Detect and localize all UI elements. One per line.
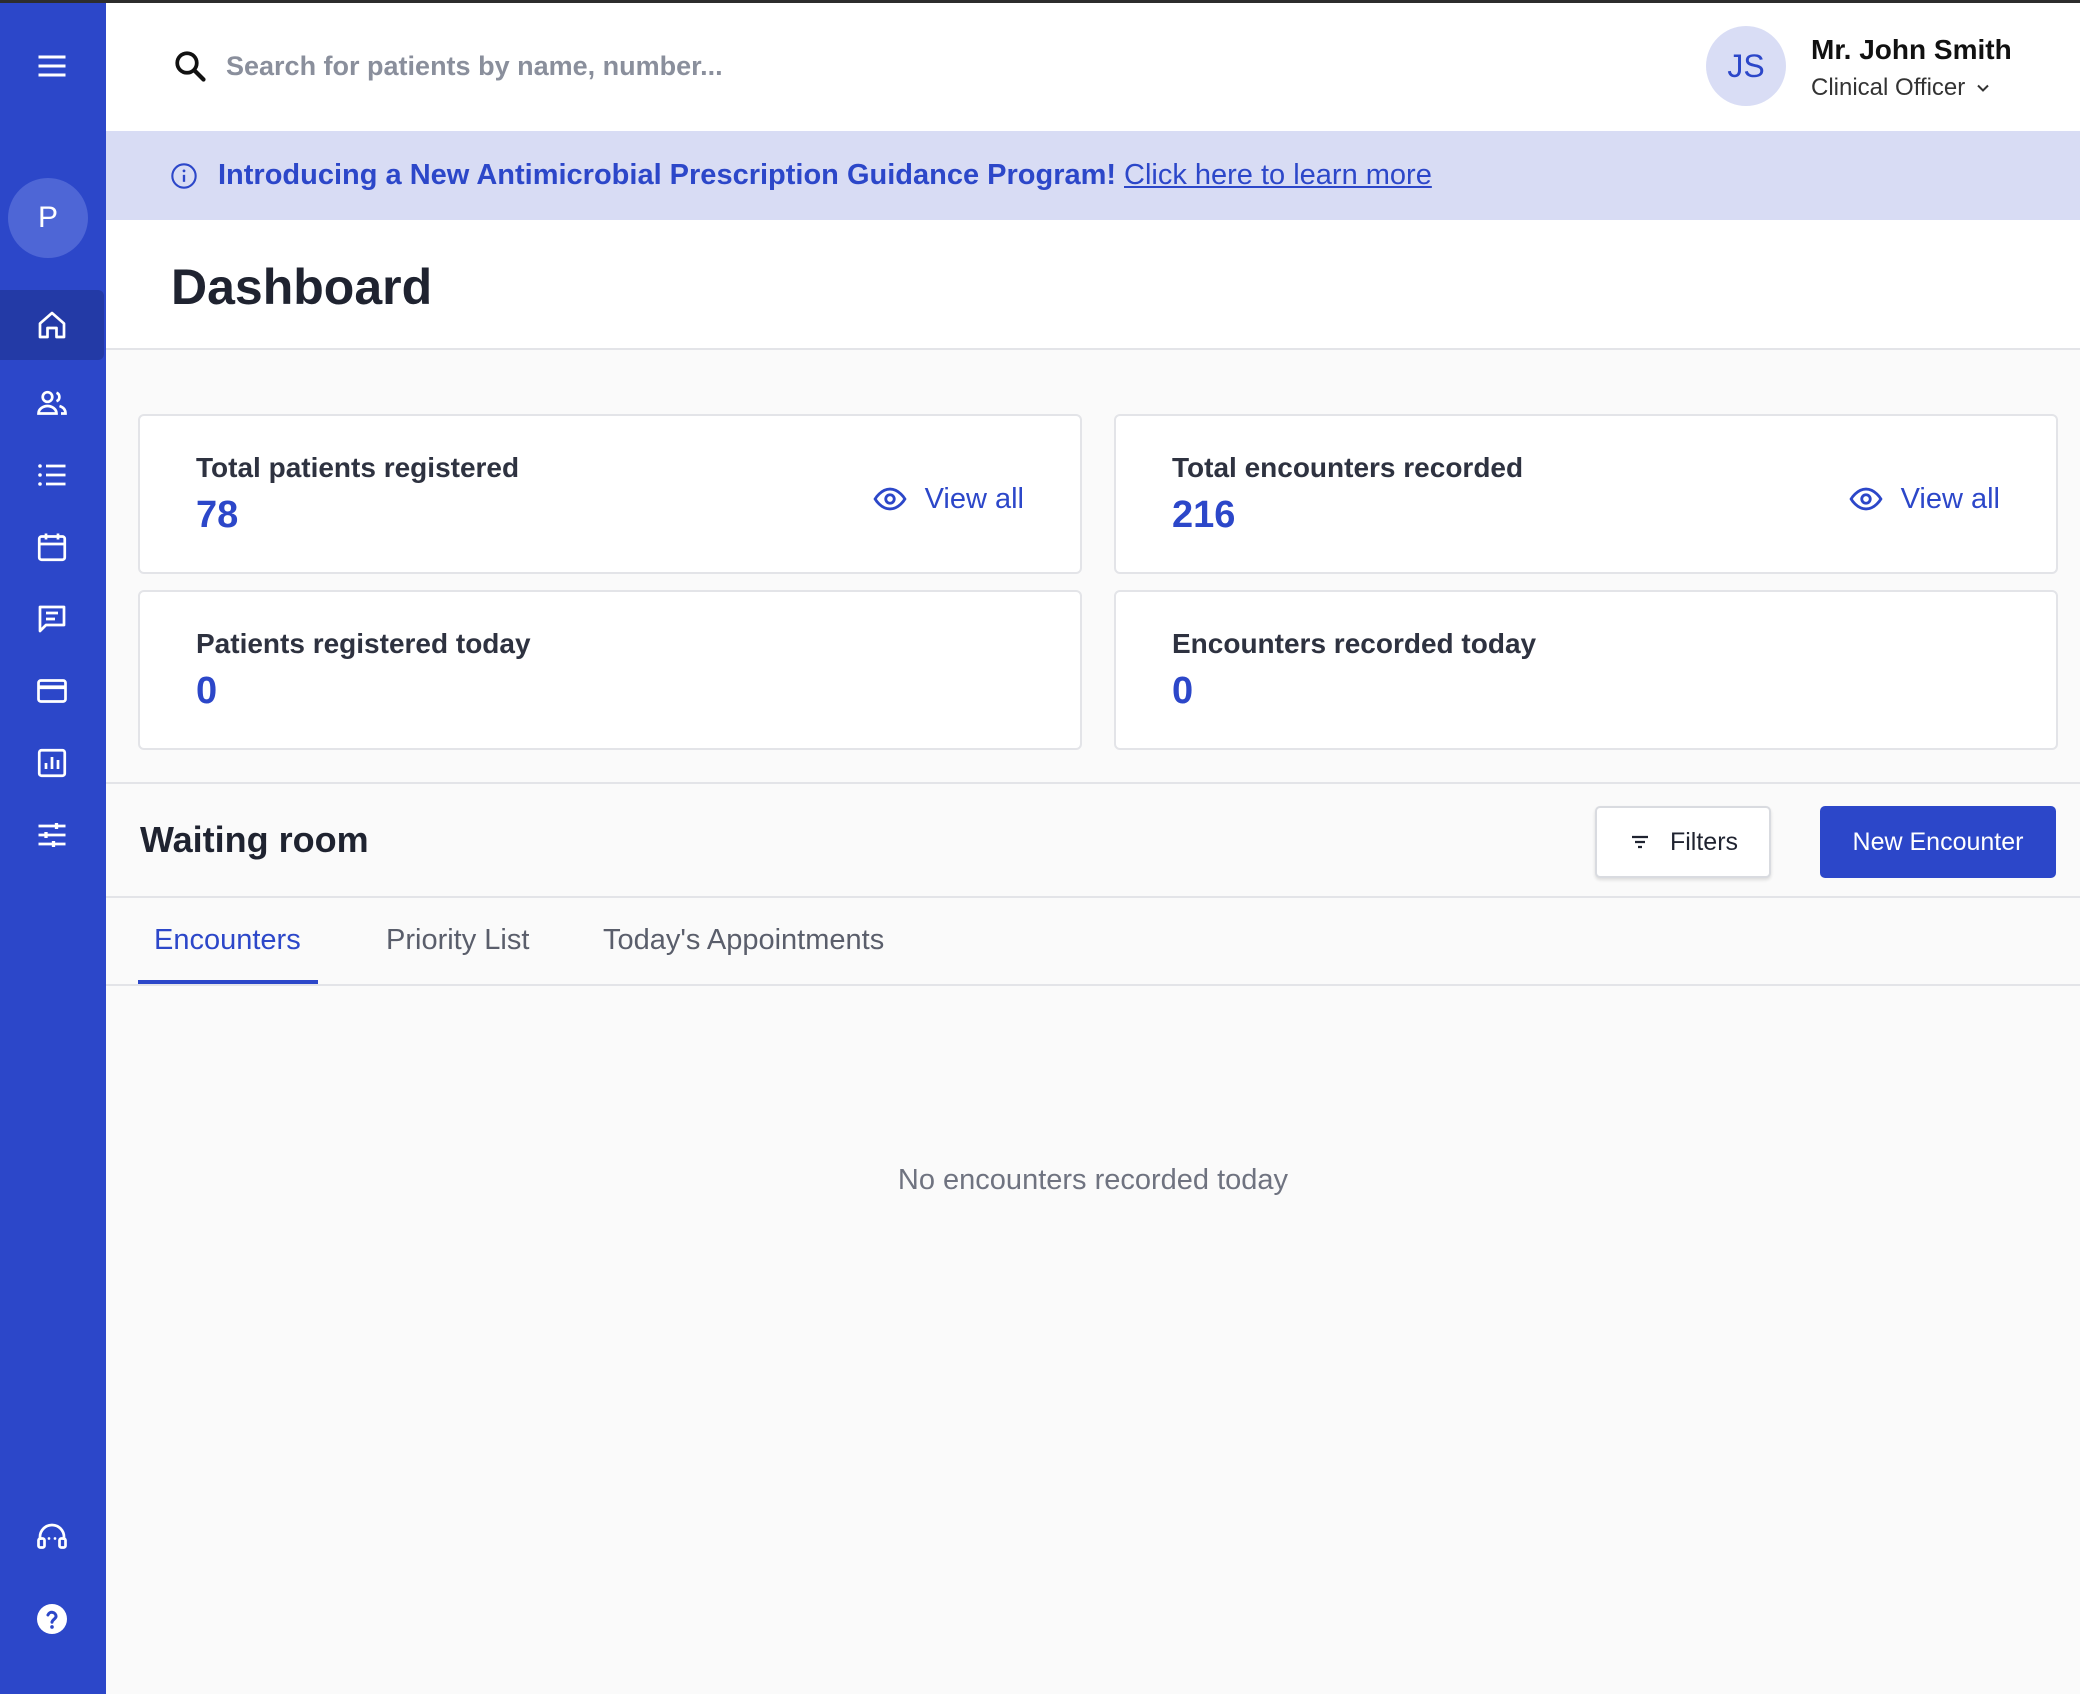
waiting-room-tabs: Encounters Priority List Today's Appoint… [106, 898, 2080, 986]
eye-icon [873, 487, 907, 511]
card-icon [37, 679, 67, 703]
people-icon [37, 390, 67, 415]
page-title: Dashboard [171, 259, 433, 315]
headset-icon [37, 1523, 67, 1549]
view-all-label: View all [924, 482, 1024, 515]
sidebar-item-messages[interactable] [0, 584, 104, 654]
sidebar-item-support[interactable] [0, 1502, 104, 1572]
sidebar-item-help[interactable] [0, 1584, 104, 1654]
search-icon [175, 51, 206, 82]
announcement-banner: Introducing a New Antimicrobial Prescrip… [106, 131, 2080, 220]
sidebar-item-settings[interactable] [0, 800, 104, 870]
sidebar-item-appointments[interactable] [0, 512, 104, 582]
user-role-dropdown[interactable]: Clinical Officer [1811, 74, 1993, 102]
active-tab-indicator [138, 980, 318, 984]
stat-card-patients-today: Patients registered today 0 [138, 590, 1082, 750]
sidebar-item-billing[interactable] [0, 656, 104, 726]
eye-icon [1849, 487, 1883, 511]
sidebar-item-lists[interactable] [0, 440, 104, 510]
stat-label: Total encounters recorded [1172, 452, 1524, 483]
sidebar: P [0, 0, 106, 1694]
list-icon [38, 464, 66, 486]
view-all-patients-button[interactable]: View all [873, 482, 1024, 516]
chevron-down-icon [1977, 84, 1989, 92]
sidebar-item-patients[interactable] [0, 368, 104, 438]
stat-value: 216 [1172, 494, 1236, 536]
banner-learn-more-link[interactable]: Click here to learn more [1124, 159, 1432, 192]
stat-value: 0 [196, 670, 218, 712]
page-header: Dashboard [106, 220, 2080, 350]
stat-card-total-patients: Total patients registered 78 View all [138, 414, 1082, 574]
menu-toggle-button[interactable] [0, 31, 104, 101]
info-icon [171, 163, 197, 189]
user-name: Mr. John Smith [1811, 34, 2012, 65]
message-icon [38, 605, 66, 633]
sidebar-item-reports[interactable] [0, 728, 104, 798]
sliders-icon [38, 823, 66, 847]
stat-value: 78 [196, 494, 239, 536]
filter-icon [1631, 835, 1648, 849]
tab-encounters[interactable]: Encounters [154, 924, 301, 957]
stat-card-total-encounters: Total encounters recorded 216 View all [1114, 414, 2058, 574]
waiting-room-title: Waiting room [140, 819, 369, 860]
stat-label: Encounters recorded today [1172, 628, 1537, 659]
stat-card-encounters-today: Encounters recorded today 0 [1114, 590, 2058, 750]
sidebar-item-home[interactable] [0, 290, 104, 360]
tab-todays-appointments[interactable]: Today's Appointments [603, 924, 884, 957]
top-header: JS Mr. John Smith Clinical Officer [106, 0, 2080, 131]
window-top-border [0, 0, 2080, 3]
filters-label: Filters [1669, 827, 1739, 856]
banner-message: Introducing a New Antimicrobial Prescrip… [218, 159, 1117, 191]
view-all-label: View all [1900, 482, 2000, 515]
tab-priority-list[interactable]: Priority List [386, 924, 529, 957]
view-all-encounters-button[interactable]: View all [1849, 482, 2000, 516]
chart-icon [37, 748, 67, 778]
patient-search-input[interactable] [226, 42, 926, 90]
user-role-label: Clinical Officer [1811, 74, 1966, 101]
stat-value: 0 [1172, 670, 1194, 712]
filters-button[interactable]: Filters [1595, 806, 1771, 878]
stat-label: Patients registered today [196, 628, 531, 659]
help-icon [37, 1604, 67, 1634]
calendar-icon [37, 533, 67, 562]
hamburger-icon [38, 55, 66, 77]
empty-state-message: No encounters recorded today [897, 1164, 1289, 1196]
stat-label: Total patients registered [196, 452, 520, 483]
new-encounter-button[interactable]: New Encounter [1820, 806, 2056, 878]
organization-avatar[interactable]: P [8, 178, 88, 258]
waiting-room-header: Waiting room Filters New Encounter [106, 782, 2080, 898]
home-icon [38, 311, 66, 339]
user-avatar[interactable]: JS [1706, 26, 1786, 106]
